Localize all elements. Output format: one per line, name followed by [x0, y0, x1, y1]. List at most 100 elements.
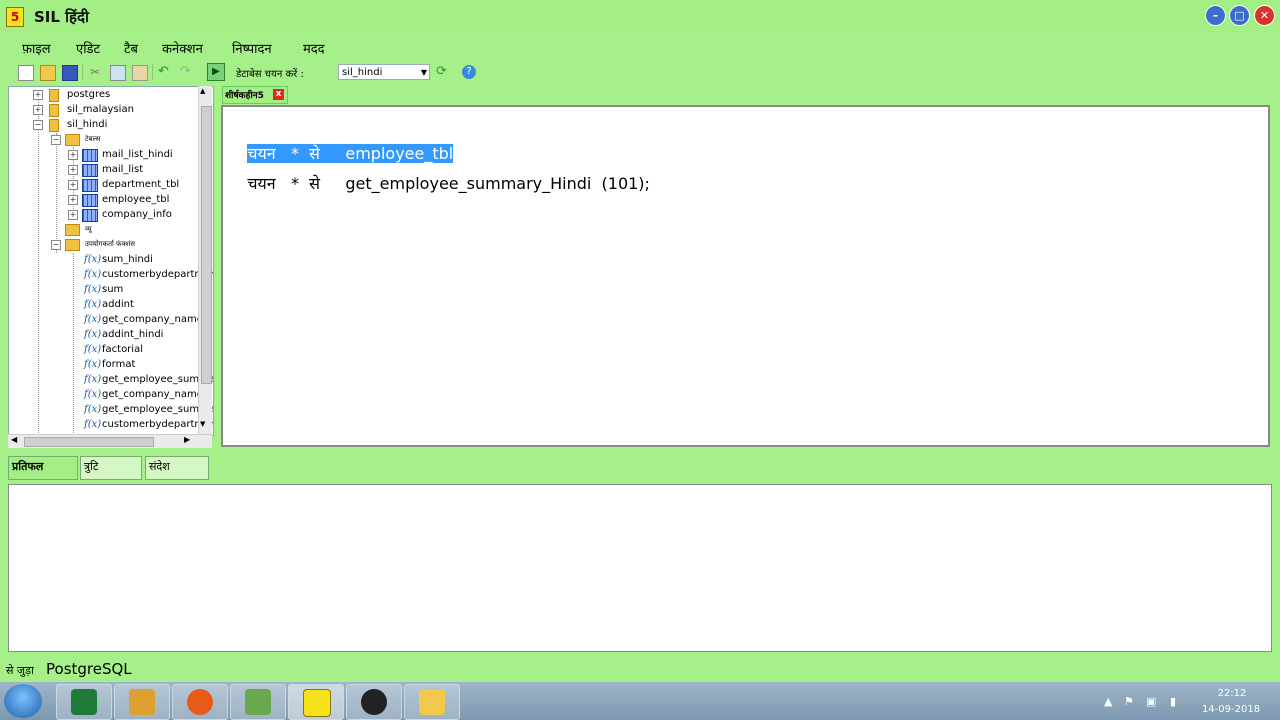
minimize-button[interactable]: –: [1205, 5, 1226, 26]
refresh-icon[interactable]: ⟳: [436, 65, 450, 79]
sql-editor[interactable]: चयन * से employee_tbl चयन * से get_emplo…: [221, 105, 1270, 447]
code-identifier: get_employee_summary_Hindi (101);: [345, 174, 650, 193]
database-icon: [49, 104, 59, 117]
close-button[interactable]: ✕: [1254, 5, 1275, 26]
tree-node-label: व्यू: [85, 225, 92, 233]
results-panel: [8, 484, 1272, 652]
save-icon[interactable]: [62, 65, 78, 81]
taskbar-app[interactable]: [288, 684, 344, 720]
firefox-icon: [187, 689, 213, 715]
excel-icon: [71, 689, 97, 715]
function-icon: f(x): [84, 299, 102, 310]
outlook-icon: [129, 689, 155, 715]
collapse-icon[interactable]: −: [51, 240, 61, 250]
code-line: चयन * से get_employee_summary_Hindi (101…: [227, 145, 650, 193]
clock-date[interactable]: 14-09-2018: [1196, 704, 1266, 715]
open-folder-icon[interactable]: [40, 65, 56, 81]
taskbar-app[interactable]: [346, 684, 402, 720]
redo-icon[interactable]: ↷: [180, 65, 194, 79]
folder-icon: [65, 134, 80, 146]
copy-icon[interactable]: [110, 65, 126, 81]
editor-tab[interactable]: शीर्षकहीन5 x: [222, 86, 288, 104]
table-icon: [82, 164, 98, 177]
taskbar-app[interactable]: [56, 684, 112, 720]
menu-help[interactable]: मदद: [303, 39, 325, 57]
scroll-down-icon[interactable]: ▼: [200, 420, 205, 428]
help-icon[interactable]: ?: [462, 65, 476, 79]
function-icon: f(x): [84, 284, 102, 295]
expand-icon[interactable]: +: [68, 180, 78, 190]
maximize-button[interactable]: □: [1229, 5, 1250, 26]
taskbar-app[interactable]: [114, 684, 170, 720]
undo-icon[interactable]: ↶: [158, 65, 172, 79]
expand-icon[interactable]: +: [33, 105, 43, 115]
function-icon: f(x): [84, 314, 102, 325]
network-icon[interactable]: ▣: [1146, 695, 1156, 708]
code-line: चयन * से employee_tbl: [227, 115, 454, 163]
chart-editor-icon: [245, 689, 271, 715]
scroll-up-icon[interactable]: ▲: [200, 87, 205, 95]
paste-icon[interactable]: [132, 65, 148, 81]
taskbar-app[interactable]: [404, 684, 460, 720]
tree-node-label: format: [102, 359, 136, 370]
database-dropdown[interactable]: sil_hindi ▼: [338, 64, 430, 80]
flag-icon[interactable]: ⚑: [1124, 695, 1134, 708]
connection-status: PostgreSQL: [46, 660, 132, 678]
scroll-right-icon[interactable]: ▶: [184, 435, 190, 444]
tab-results[interactable]: प्रतिफल: [8, 456, 78, 480]
clock-time[interactable]: 22:12: [1212, 688, 1252, 699]
toolbar-separator: [152, 64, 153, 80]
tray-expand-icon[interactable]: ▲: [1104, 695, 1112, 708]
cut-icon[interactable]: ✂: [90, 65, 104, 79]
tree-node-label: get_company_name: [102, 314, 203, 325]
menu-tab[interactable]: टैब: [124, 39, 138, 57]
tab-messages[interactable]: संदेश: [145, 456, 209, 480]
collapse-icon[interactable]: −: [51, 135, 61, 145]
toolbar-separator: [82, 64, 83, 80]
expand-icon[interactable]: +: [68, 165, 78, 175]
tree-node-label: sum_hindi: [102, 254, 153, 265]
tree-vertical-scrollbar[interactable]: ▲ ▼: [198, 86, 212, 434]
function-icon: f(x): [84, 329, 102, 340]
tree-node-label: addint: [102, 299, 134, 310]
menu-execute[interactable]: निष्पादन: [232, 39, 272, 57]
start-button[interactable]: [4, 684, 42, 718]
tab-errors[interactable]: त्रुटि: [80, 456, 142, 480]
execute-icon[interactable]: ▶: [207, 63, 225, 81]
tree-node-label: mail_list_hindi: [102, 149, 173, 160]
database-icon: [49, 119, 59, 132]
window-title: SIL हिंदी: [34, 8, 89, 26]
menu-file[interactable]: फ़ाइल: [22, 39, 51, 57]
taskbar-app[interactable]: [172, 684, 228, 720]
new-file-icon[interactable]: [18, 65, 34, 81]
function-icon: f(x): [84, 254, 102, 265]
table-icon: [82, 149, 98, 162]
expand-icon[interactable]: +: [68, 150, 78, 160]
signal-icon[interactable]: ▮: [1170, 695, 1176, 708]
function-icon: f(x): [84, 344, 102, 355]
database-icon: [49, 89, 59, 102]
expand-icon[interactable]: +: [68, 210, 78, 220]
code-keyword: से: [309, 174, 320, 193]
tree-node-label: company_info: [102, 209, 172, 220]
table-icon: [82, 179, 98, 192]
tree-node-label: sil_malaysian: [67, 104, 134, 115]
tree-horizontal-scrollbar[interactable]: ◀ ▶: [8, 434, 212, 448]
collapse-icon[interactable]: −: [33, 120, 43, 130]
function-icon: f(x): [84, 389, 102, 400]
scrollbar-thumb[interactable]: [24, 437, 154, 447]
expand-icon[interactable]: +: [68, 195, 78, 205]
function-icon: f(x): [84, 404, 102, 415]
tree-node-label: department_tbl: [102, 179, 180, 190]
menu-connection[interactable]: कनेक्शन: [162, 39, 203, 57]
scrollbar-thumb[interactable]: [201, 106, 212, 384]
close-tab-icon[interactable]: x: [273, 89, 284, 100]
editor-tab-label: शीर्षकहीन5: [225, 91, 264, 101]
expand-icon[interactable]: +: [33, 90, 43, 100]
chevron-down-icon: ▼: [420, 68, 427, 77]
menu-edit[interactable]: एडिट: [76, 39, 100, 57]
obs-icon: [361, 689, 387, 715]
taskbar-app[interactable]: [230, 684, 286, 720]
tree-node-label: factorial: [102, 344, 143, 355]
scroll-left-icon[interactable]: ◀: [11, 435, 17, 444]
